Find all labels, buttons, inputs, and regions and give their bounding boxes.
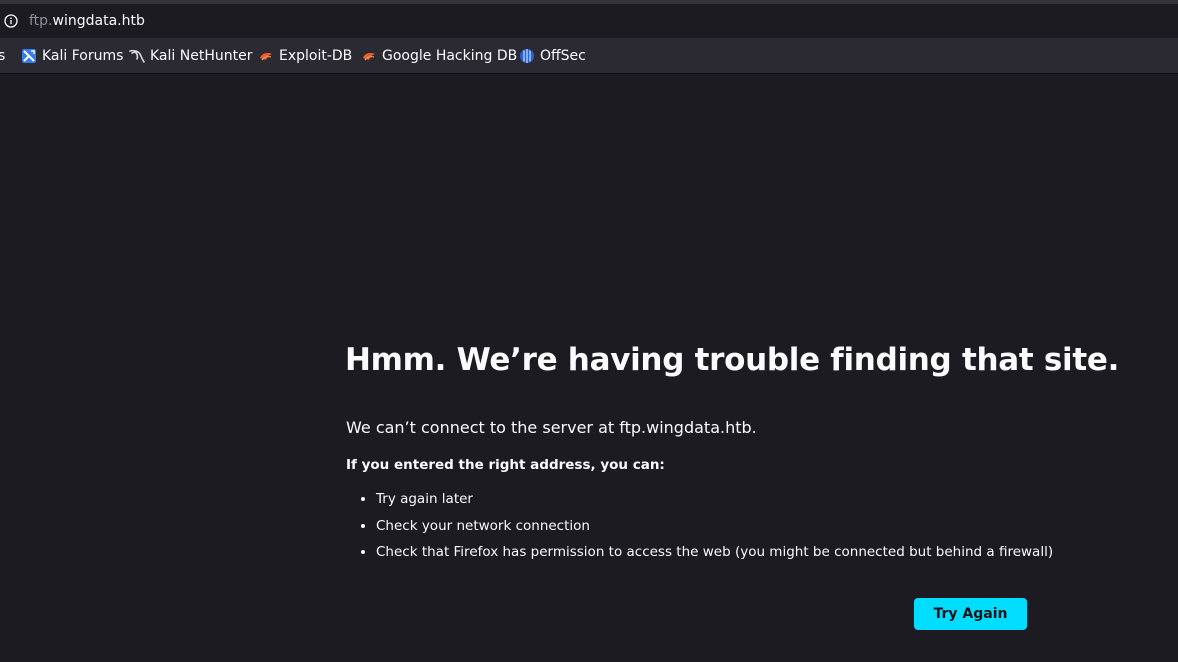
kali-forums-icon	[22, 49, 36, 63]
list-item: Check your network connection	[376, 515, 1053, 542]
offsec-icon	[520, 49, 534, 63]
try-again-button[interactable]: Try Again	[914, 598, 1027, 630]
url-subdomain: ftp.	[29, 13, 53, 29]
bookmark-label: Kali NetHunter	[150, 48, 253, 64]
url-bar[interactable]: ftp.wingdata.htb	[0, 5, 1178, 37]
error-title: Hmm. We’re having trouble finding that s…	[345, 342, 1120, 378]
url-text[interactable]: ftp.wingdata.htb	[29, 13, 145, 30]
suggestion-list: Try again later Check your network conne…	[346, 488, 1053, 568]
error-subheading: If you entered the right address, you ca…	[346, 457, 665, 473]
bookmark-label: Google Hacking DB	[382, 48, 518, 64]
list-item: Try again later	[376, 488, 1053, 515]
bookmark-kali-forums[interactable]: Kali Forums	[21, 47, 123, 65]
bookmark-label: Kali Forums	[42, 48, 124, 64]
bookmark-offsec[interactable]: OffSec	[519, 47, 586, 65]
bookmark-cut-off[interactable]: s	[0, 47, 5, 65]
url-domain: wingdata.htb	[52, 13, 145, 29]
bookmark-label: s	[0, 48, 6, 64]
bookmarks-toolbar: s Kali Forums Kali NetHunter Exploit-DB …	[0, 38, 1178, 74]
bookmark-google-hacking-db[interactable]: Google Hacking DB	[361, 47, 517, 65]
list-item: Check that Firefox has permission to acc…	[376, 541, 1053, 568]
ghdb-icon	[363, 53, 375, 61]
navigation-toolbar: ftp.wingdata.htb	[0, 4, 1178, 38]
bookmark-kali-nethunter[interactable]: Kali NetHunter	[129, 47, 252, 65]
bookmark-label: OffSec	[540, 48, 586, 64]
bookmark-exploit-db[interactable]: Exploit-DB	[258, 47, 352, 65]
kali-dragon-icon	[129, 49, 145, 63]
error-description: We can’t connect to the server at ftp.wi…	[346, 418, 757, 437]
exploit-db-icon	[260, 53, 272, 61]
error-page: Hmm. We’re having trouble finding that s…	[0, 74, 1178, 662]
info-icon[interactable]	[4, 14, 18, 28]
bookmark-label: Exploit-DB	[279, 48, 353, 64]
